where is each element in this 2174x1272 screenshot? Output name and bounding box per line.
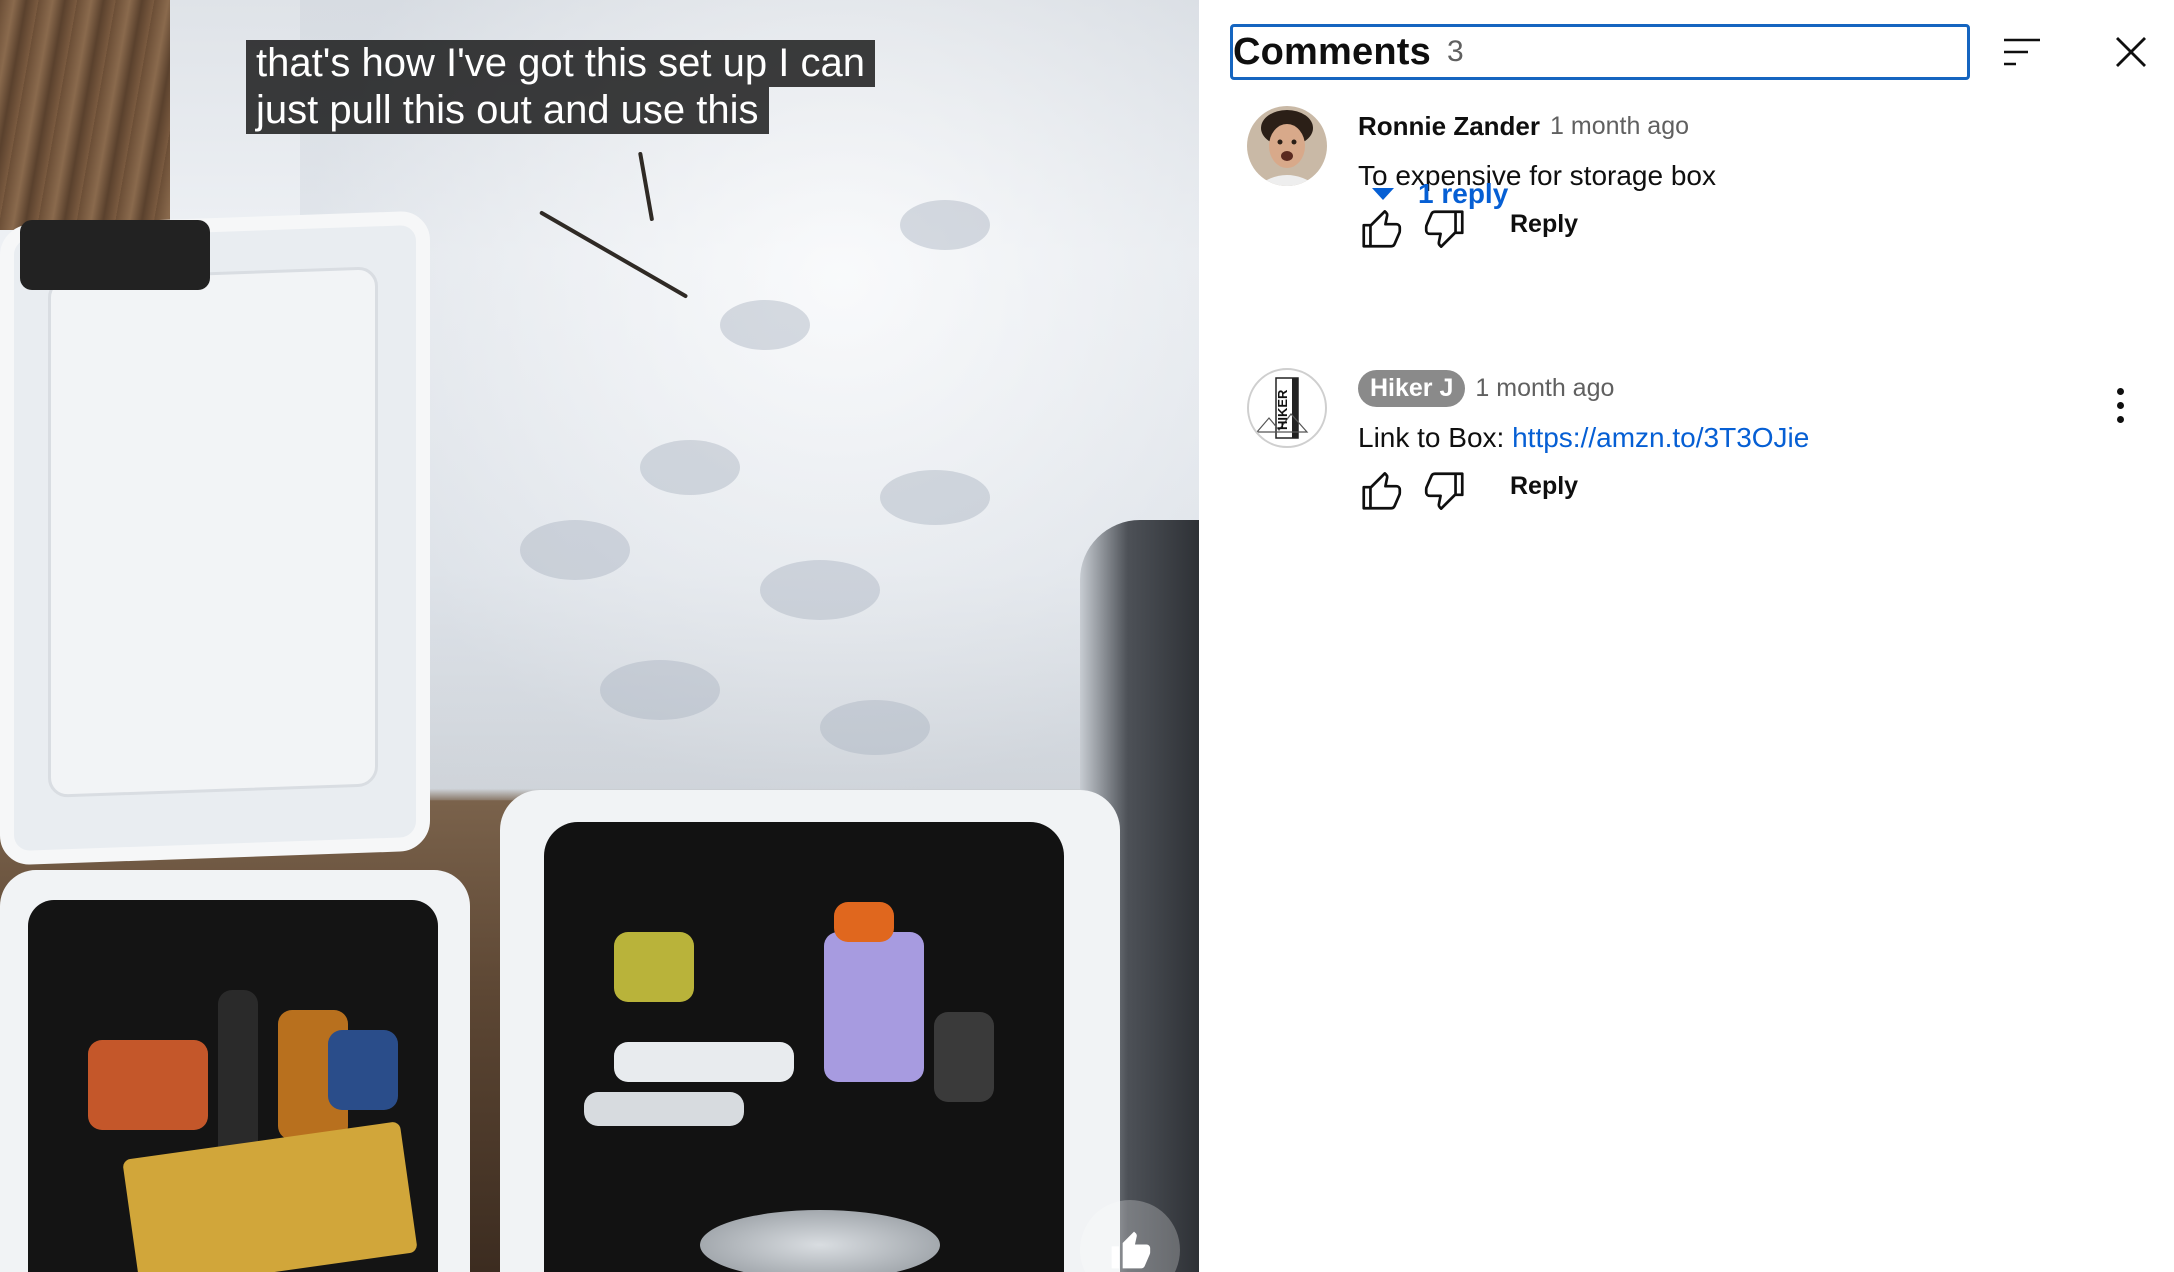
chevron-down-icon (1372, 188, 1394, 200)
dislike-button[interactable] (1422, 468, 1468, 514)
footprint (720, 300, 810, 350)
white-tube (614, 1042, 794, 1082)
like-button[interactable] (1358, 206, 1404, 252)
reply-button[interactable]: Reply (1510, 472, 1578, 501)
thumbs-down-icon (1424, 472, 1464, 510)
view-replies-button[interactable]: 1 reply (1370, 178, 1508, 210)
comments-title: Comments (1233, 30, 1431, 73)
comments-title-focus[interactable]: Comments 3 (1230, 24, 1970, 80)
yellow-item (614, 932, 694, 1002)
caption-line-1: that's how I've got this set up I can (246, 40, 875, 87)
comments-header: Comments 3 (1230, 24, 2168, 82)
box-latch (20, 220, 210, 290)
svg-text:HIKER: HIKER (1275, 389, 1290, 430)
box-lid (0, 210, 430, 866)
more-vert-icon (2112, 384, 2128, 423)
app-root: that's how I've got this set up I can ju… (0, 0, 2174, 1272)
comment-meta: Hiker J 1 month ago (1358, 368, 2118, 408)
orange-item (88, 1040, 208, 1130)
tree-trunk (0, 0, 170, 230)
footprint (820, 700, 930, 755)
sort-button[interactable] (2000, 30, 2044, 74)
steel-mug (700, 1210, 940, 1272)
avatar[interactable] (1247, 106, 1327, 186)
storage-box-right (500, 790, 1120, 1272)
storage-box-right-interior (544, 822, 1064, 1272)
footprint (900, 200, 990, 250)
comment-item: Ronnie Zander 1 month ago To expensive f… (1247, 106, 2147, 336)
caption-line-2: just pull this out and use this (246, 87, 769, 134)
like-button[interactable] (1358, 468, 1404, 514)
comment-actions: Reply (1358, 468, 2118, 528)
purple-bottle (824, 932, 924, 1082)
replies-label: 1 reply (1418, 178, 1509, 209)
avatar[interactable]: HIKER (1247, 368, 1327, 448)
comments-count: 3 (1446, 35, 1464, 68)
reply-button[interactable]: Reply (1510, 210, 1578, 239)
comment-item: HIKER Hiker J 1 month ago Link to Box: h… (1247, 368, 2147, 528)
blue-item (328, 1030, 398, 1110)
thumbs-up-icon (1111, 1231, 1151, 1269)
video-player[interactable]: that's how I've got this set up I can ju… (0, 0, 1199, 1272)
user-photo-icon (1247, 106, 1327, 186)
thumbs-down-icon (1424, 210, 1464, 248)
headlamp (934, 1012, 994, 1102)
footprint (880, 470, 990, 525)
white-tube (584, 1092, 744, 1126)
footprint (600, 660, 720, 720)
comment-body: Ronnie Zander 1 month ago To expensive f… (1358, 106, 2118, 266)
comment-meta: Ronnie Zander 1 month ago (1358, 106, 2118, 146)
comments-panel: Comments 3 Ronnie Zander 1 month ago To … (1199, 0, 2174, 1272)
footprint (760, 560, 880, 620)
sort-icon (2004, 38, 2040, 66)
comment-body: Hiker J 1 month ago Link to Box: https:/… (1358, 368, 2118, 528)
comment-time[interactable]: 1 month ago (1550, 112, 1689, 141)
thumbs-up-icon (1362, 210, 1402, 248)
author-name[interactable]: Ronnie Zander (1358, 111, 1540, 142)
dislike-button[interactable] (1422, 206, 1468, 252)
more-actions-button[interactable] (2112, 384, 2128, 428)
footprint (520, 520, 630, 580)
close-button[interactable] (2109, 30, 2153, 74)
comment-link[interactable]: https://amzn.to/3T3OJie (1512, 422, 1809, 453)
box-lid-inner (48, 266, 378, 798)
orange-cap (834, 902, 894, 942)
comment-text: Link to Box: https://amzn.to/3T3OJie (1358, 420, 2118, 456)
hiker-logo-icon: HIKER (1255, 377, 1309, 439)
author-name-channel-owner[interactable]: Hiker J (1358, 369, 1466, 407)
comment-time[interactable]: 1 month ago (1475, 374, 1614, 403)
thumbs-up-icon (1362, 472, 1402, 510)
comment-text-prefix: Link to Box: (1358, 422, 1513, 453)
video-caption: that's how I've got this set up I can ju… (246, 40, 886, 134)
comment-actions: Reply (1358, 206, 2118, 266)
footprint (640, 440, 740, 495)
close-icon (2116, 37, 2146, 67)
